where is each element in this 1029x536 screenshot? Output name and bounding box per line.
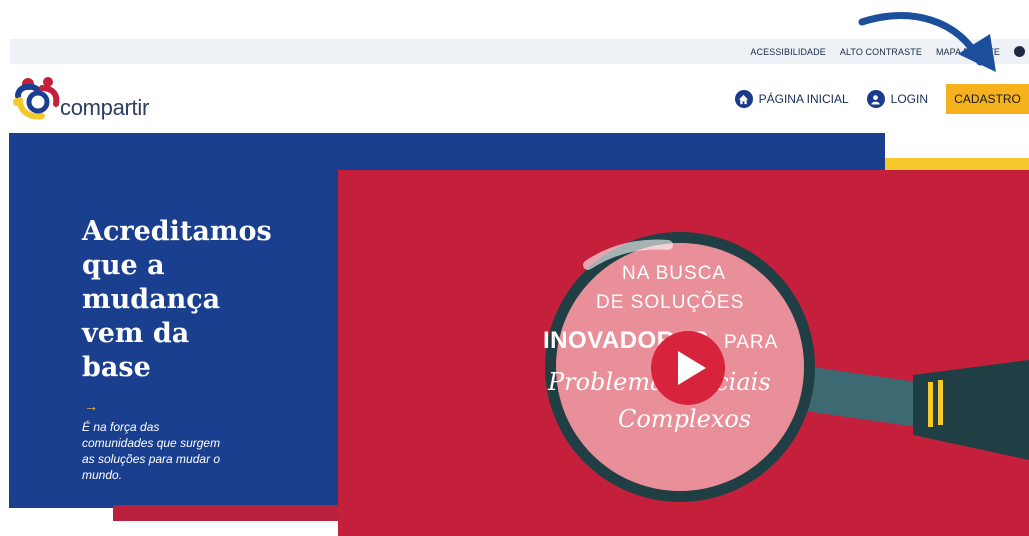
logo[interactable]: compartir (12, 74, 182, 124)
video-text-line: DE SOLUÇÕES (596, 292, 745, 313)
accessibility-link[interactable]: ACESSIBILIDADE (750, 47, 825, 57)
hero-red-strip (113, 505, 343, 521)
nav-home-label: PÁGINA INICIAL (758, 92, 849, 106)
logo-text: compartir (60, 95, 149, 120)
hero-subtitle-line: comunidades que surgem (82, 436, 221, 450)
user-icon (866, 90, 885, 108)
play-button[interactable] (651, 331, 725, 405)
hero-subtitle: É na força das comunidades que surgem as… (82, 419, 262, 483)
nav-home[interactable]: PÁGINA INICIAL (734, 90, 849, 108)
video-text-line: NA BUSCA (622, 263, 727, 284)
hero-title-line: vem da (82, 318, 190, 349)
nav-login[interactable]: LOGIN (866, 90, 928, 108)
video-text-line: Complexos (618, 405, 752, 433)
video-text-line: PARA (724, 332, 779, 353)
arrow-right-icon: → (84, 398, 98, 414)
hero-subtitle-line: mundo. (82, 468, 123, 482)
home-icon (734, 90, 753, 108)
hero-subtitle-line: as soluções para mudar o (82, 452, 221, 466)
annotation-arrow-icon (858, 12, 996, 72)
hero-title-line: mudança (82, 284, 221, 315)
video-panel[interactable]: NA BUSCA DE SOLUÇÕES INOVADORAS PARA Pro… (338, 170, 1029, 536)
hero-subtitle-line: É na força das (82, 420, 160, 434)
nav-login-label: LOGIN (890, 92, 928, 106)
hero-title-line: Acreditamos (82, 216, 272, 247)
hero-title: Acreditamos que a mudança vem da base (82, 215, 282, 385)
hero-title-line: base (82, 352, 151, 383)
help-icon[interactable]: ? (1014, 46, 1025, 57)
hero-title-line: que a (82, 250, 165, 281)
